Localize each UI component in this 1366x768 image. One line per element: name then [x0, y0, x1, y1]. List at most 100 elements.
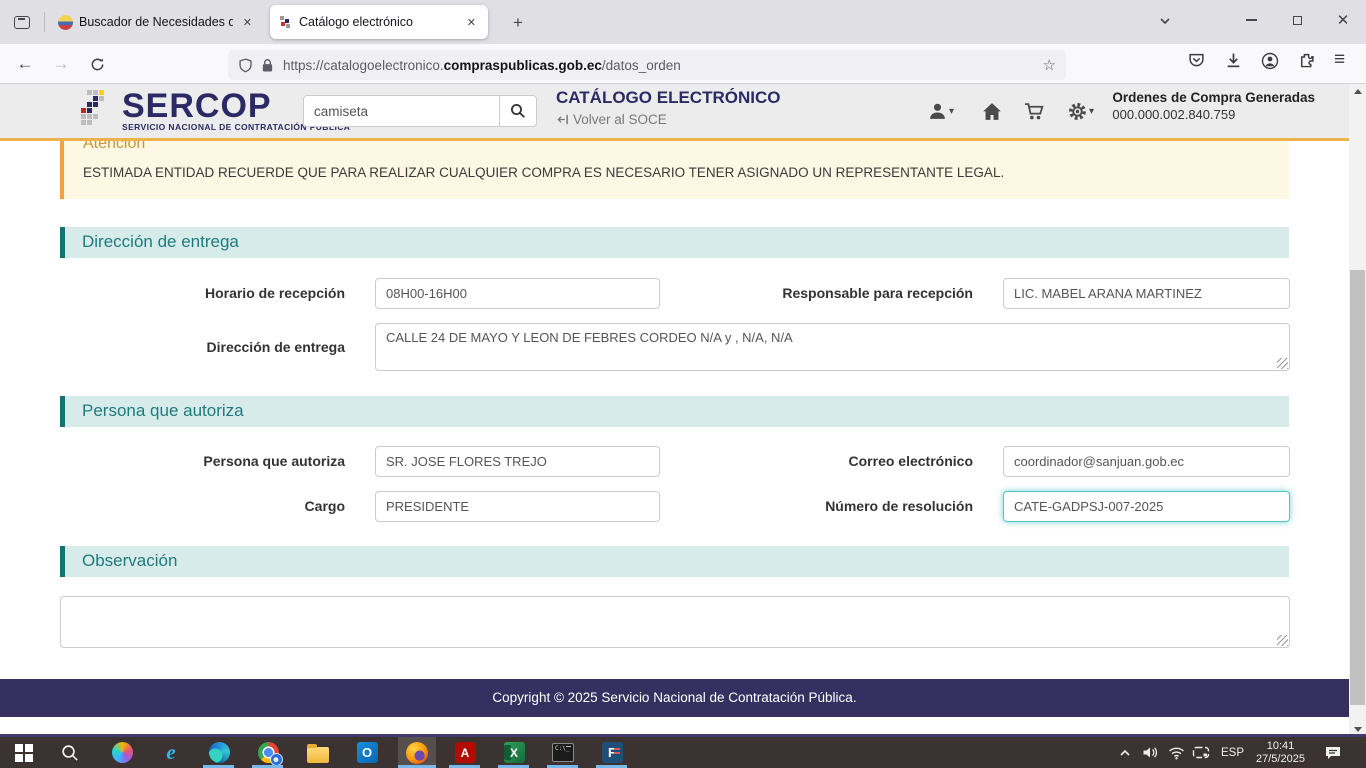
scroll-up-arrow[interactable] — [1349, 84, 1366, 99]
catalog-search-button[interactable] — [500, 95, 537, 127]
cargo-input[interactable] — [375, 491, 660, 522]
window-close-button[interactable]: ✕ — [1320, 0, 1366, 40]
browser-tab-bar: Buscador de Necesidades de Co ✕ Catálogo… — [0, 0, 1366, 44]
tab-close-icon[interactable]: ✕ — [463, 14, 480, 31]
tab-title: Buscador de Necesidades de Co — [79, 15, 233, 29]
ecuador-coat-favicon — [58, 15, 73, 30]
edge-icon[interactable] — [206, 740, 232, 765]
exit-hand-icon — [556, 113, 569, 126]
tab-title: Catálogo electrónico — [299, 15, 457, 29]
clock[interactable]: 10:41 27/5/2025 — [1256, 737, 1305, 768]
catalog-search — [303, 95, 537, 127]
orders-counter: Ordenes de Compra Generadas 000.000.002.… — [1112, 90, 1315, 122]
account-icon[interactable] — [1261, 52, 1279, 75]
persona-autoriza-input[interactable] — [375, 446, 660, 477]
direccion-entrega-textarea[interactable]: CALLE 24 DE MAYO Y LEON DE FEBRES CORDEO… — [375, 323, 1290, 371]
tray-time: 10:41 — [1256, 740, 1305, 753]
user-menu-button[interactable]: ▾ — [928, 102, 954, 121]
url-bar[interactable]: https://catalogoelectronico.compraspubli… — [228, 50, 1066, 80]
volume-icon[interactable] — [1142, 737, 1159, 768]
lock-icon[interactable] — [261, 58, 274, 73]
file-explorer-icon[interactable] — [305, 740, 331, 765]
resize-grip-icon[interactable] — [1277, 635, 1288, 646]
page-viewport: SERCOP SERVICIO NACIONAL DE CONTRATACIÓN… — [0, 84, 1366, 737]
tab-separator — [44, 12, 45, 32]
new-tab-button[interactable]: + — [505, 10, 531, 36]
page-scrollbar[interactable] — [1349, 84, 1366, 737]
window-restore-button[interactable] — [1274, 0, 1320, 40]
search-icon — [510, 103, 526, 119]
direccion-entrega-field: CALLE 24 DE MAYO Y LEON DE FEBRES CORDEO… — [375, 323, 1290, 371]
start-button[interactable] — [11, 740, 37, 765]
tab-catalogo-electronico[interactable]: Catálogo electrónico ✕ — [270, 5, 488, 39]
section-direccion-entrega: Dirección de entrega — [60, 227, 1289, 258]
menu-hamburger-icon[interactable]: ≡ — [1334, 49, 1345, 71]
observacion-textarea[interactable] — [60, 596, 1290, 648]
windows-taskbar: e ☻ O A X F ESP 10:41 — [0, 737, 1366, 768]
user-icon — [928, 102, 947, 121]
numero-resolucion-input[interactable] — [1003, 491, 1290, 522]
catalog-search-input[interactable] — [303, 95, 500, 127]
outlook-icon[interactable]: O — [354, 740, 380, 765]
copilot-icon[interactable] — [109, 740, 135, 765]
resize-grip-icon[interactable] — [1277, 358, 1288, 369]
back-button[interactable]: ← — [10, 50, 40, 78]
notification-icon — [1324, 745, 1342, 761]
direccion-entrega-label: Dirección de entrega — [60, 323, 345, 371]
chrome-icon[interactable]: ☻ — [255, 740, 281, 765]
taskbar-search-icon[interactable] — [57, 740, 83, 765]
pocket-icon[interactable] — [1188, 52, 1205, 74]
correo-electronico-input[interactable] — [1003, 446, 1290, 477]
tab-close-icon[interactable]: ✕ — [239, 14, 256, 31]
chevron-down-icon: ▾ — [949, 106, 954, 117]
section-persona-autoriza: Persona que autoriza — [60, 396, 1289, 427]
list-tabs-chevron-icon[interactable] — [1158, 14, 1172, 33]
chevron-down-icon: ▾ — [1089, 106, 1094, 117]
site-footer: Copyright © 2025 Servicio Nacional de Co… — [0, 679, 1349, 717]
alert-message: ESTIMADA ENTIDAD RECUERDE QUE PARA REALI… — [83, 165, 1289, 180]
sercop-header: SERCOP SERVICIO NACIONAL DE CONTRATACIÓN… — [0, 84, 1349, 141]
settings-menu-button[interactable]: ▾ — [1068, 102, 1094, 121]
forward-button[interactable]: → — [46, 50, 76, 78]
tray-date: 27/5/2025 — [1256, 753, 1305, 766]
observacion-field — [60, 596, 1290, 648]
firefox-view-icon — [14, 16, 30, 29]
correo-electronico-label: Correo electrónico — [700, 446, 973, 477]
page-title-block: CATÁLOGO ELECTRÓNICO Volver al SOCE — [556, 88, 780, 127]
bookmark-star-icon[interactable]: ☆ — [1043, 56, 1056, 74]
page-title: CATÁLOGO ELECTRÓNICO — [556, 88, 780, 108]
cart-button[interactable] — [1024, 102, 1045, 121]
responsable-recepcion-input[interactable] — [1003, 278, 1290, 309]
display-connect-icon[interactable] — [1192, 737, 1210, 768]
f-app-icon[interactable]: F — [599, 740, 625, 765]
notification-center[interactable]: 5 — [1324, 737, 1366, 768]
command-prompt-icon[interactable] — [550, 740, 576, 765]
home-button[interactable] — [982, 102, 1002, 121]
extensions-puzzle-icon[interactable] — [1298, 52, 1315, 74]
excel-icon[interactable]: X — [501, 740, 527, 765]
orders-label: Ordenes de Compra Generadas — [1112, 90, 1315, 105]
reload-button[interactable] — [82, 50, 112, 78]
window-minimize-button[interactable] — [1228, 0, 1274, 40]
firefox-view-button[interactable] — [8, 11, 36, 33]
internet-explorer-icon[interactable]: e — [158, 740, 184, 765]
scrollbar-thumb[interactable] — [1350, 270, 1365, 705]
acrobat-icon[interactable]: A — [452, 740, 478, 765]
firefox-icon[interactable] — [404, 740, 430, 765]
sercop-mosaic-icon — [80, 90, 116, 130]
downloads-icon[interactable] — [1225, 52, 1242, 74]
tab-buscador-necesidades[interactable]: Buscador de Necesidades de Co ✕ — [50, 5, 264, 39]
language-indicator[interactable]: ESP — [1221, 737, 1244, 768]
tray-chevron-up[interactable] — [1118, 737, 1132, 768]
orders-number: 000.000.002.840.759 — [1112, 107, 1315, 122]
browser-toolbar: ← → https://catalogoelectronico.comprasp… — [0, 44, 1366, 84]
tracking-shield-icon[interactable] — [238, 58, 253, 73]
cargo-label: Cargo — [60, 491, 345, 522]
section-observacion: Observación — [60, 546, 1289, 577]
volver-al-soce-link[interactable]: Volver al SOCE — [556, 112, 780, 127]
wifi-icon[interactable] — [1168, 737, 1185, 768]
responsable-recepcion-label: Responsable para recepción — [700, 278, 973, 309]
horario-recepcion-input[interactable] — [375, 278, 660, 309]
url-text: https://catalogoelectronico.compraspubli… — [283, 58, 1043, 73]
sercop-favicon — [278, 15, 293, 30]
